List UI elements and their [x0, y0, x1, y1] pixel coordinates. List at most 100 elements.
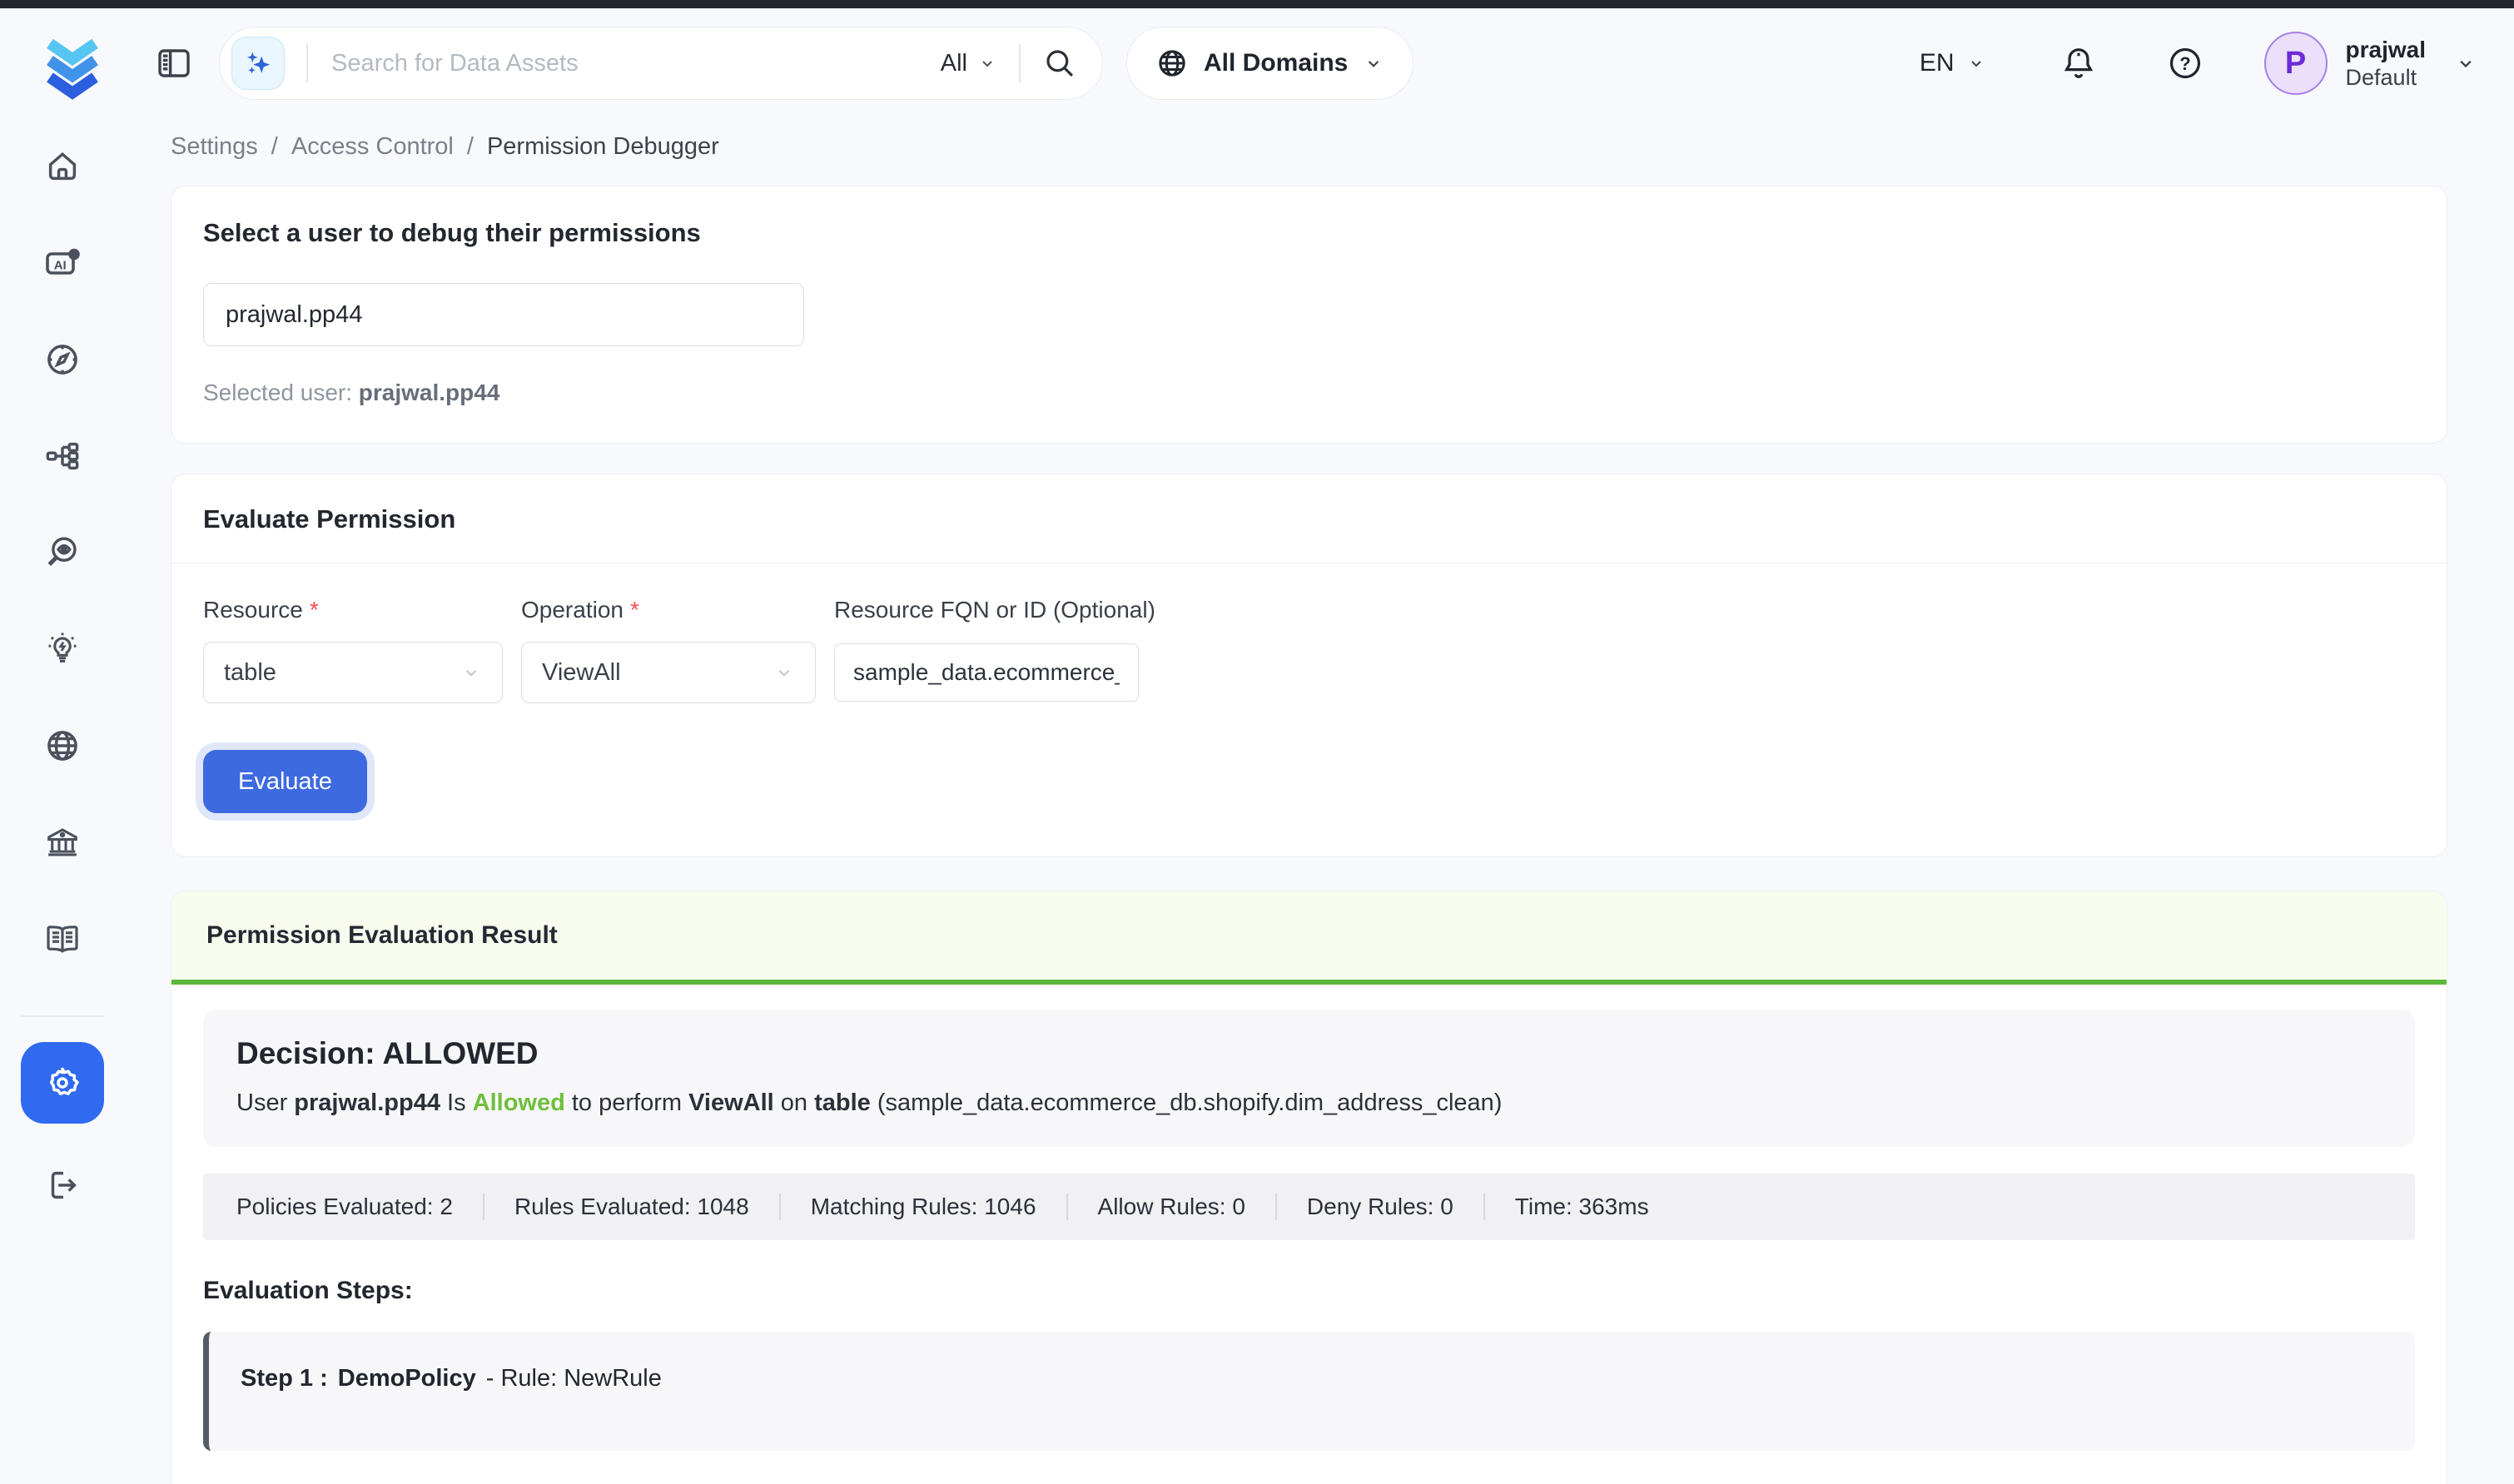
search-scope-label: All: [941, 50, 967, 77]
stat-allow-rules: Allow Rules: 0: [1066, 1194, 1275, 1220]
sidebar-item-ai-assistant[interactable]: AI: [0, 215, 125, 311]
operation-select[interactable]: ViewAll: [521, 642, 816, 703]
decision-title: Decision: ALLOWED: [236, 1036, 2382, 1071]
step-policy-name: DemoPolicy: [338, 1365, 476, 1392]
fqn-input[interactable]: [834, 643, 1139, 702]
step-rule-text: - Rule: NewRule: [486, 1365, 662, 1392]
sidebar-collapse-icon[interactable]: [154, 43, 194, 83]
evaluation-steps-title: Evaluation Steps:: [203, 1277, 2415, 1305]
stat-deny-rules: Deny Rules: 0: [1275, 1194, 1483, 1220]
sidebar-item-lineage[interactable]: [0, 408, 125, 504]
user-team: Default: [2346, 64, 2426, 92]
divider: [306, 44, 308, 82]
select-user-card: Select a user to debug their permissions…: [171, 186, 2447, 444]
stat-time: Time: 363ms: [1483, 1194, 1679, 1220]
chevron-down-icon: [460, 662, 482, 683]
sidebar-item-glossary[interactable]: [0, 891, 125, 987]
sidebar-item-home[interactable]: [0, 118, 125, 215]
resource-field: Resource * table: [203, 597, 503, 703]
decision-box: Decision: ALLOWED User prajwal.pp44 Is A…: [203, 1010, 2415, 1147]
decision-user: prajwal.pp44: [294, 1089, 440, 1116]
decision-operation: ViewAll: [688, 1089, 774, 1116]
ai-icon: AI: [42, 243, 82, 283]
home-icon: [43, 147, 82, 186]
decision-fqn: (sample_data.ecommerce_db.shopify.dim_ad…: [871, 1089, 1503, 1116]
chevron-down-icon[interactable]: [2454, 52, 2477, 75]
result-title: Permission Evaluation Result: [206, 921, 558, 949]
decision-text: Is: [440, 1089, 473, 1116]
selected-user-line: Selected user: prajwal.pp44: [203, 380, 2415, 406]
language-selector[interactable]: EN: [1920, 49, 1986, 77]
language-label: EN: [1920, 49, 1955, 77]
evaluate-permission-title: Evaluate Permission: [203, 504, 455, 534]
sidebar-item-insights[interactable]: [0, 601, 125, 697]
bank-icon: [43, 823, 82, 861]
lightbulb-bolt-icon: [43, 630, 82, 668]
user-name: prajwal: [2346, 35, 2426, 64]
globe-icon: [43, 727, 82, 765]
selected-user-label: Selected user:: [203, 380, 352, 405]
evaluation-stats-bar: Policies Evaluated: 2 Rules Evaluated: 1…: [203, 1174, 2415, 1240]
window-top-strip: [0, 0, 2514, 8]
sidebar-item-domains[interactable]: [0, 697, 125, 794]
stat-rules-evaluated: Rules Evaluated: 1048: [483, 1194, 779, 1220]
sidebar-item-logout[interactable]: [0, 1144, 125, 1227]
breadcrumb-permission-debugger: Permission Debugger: [487, 133, 719, 161]
operation-field: Operation* ViewAll: [521, 597, 816, 703]
evaluation-step-card: Step 1 : DemoPolicy - Rule: NewRule: [203, 1332, 2415, 1451]
chevron-down-icon: [773, 662, 795, 683]
user-menu[interactable]: prajwal Default: [2346, 35, 2426, 92]
compass-icon: [43, 340, 82, 379]
breadcrumb-separator: /: [467, 133, 474, 161]
evaluate-button[interactable]: Evaluate: [203, 750, 367, 813]
sidebar-item-governance[interactable]: [0, 794, 125, 891]
breadcrumb-access-control[interactable]: Access Control: [291, 133, 454, 161]
help-icon[interactable]: ?: [2166, 44, 2204, 82]
user-select-input[interactable]: [203, 283, 804, 346]
required-marker: *: [630, 597, 639, 623]
flow-hierarchy-icon: [43, 437, 82, 475]
notifications-bell-icon[interactable]: [2059, 44, 2098, 82]
breadcrumb-separator: /: [271, 133, 278, 161]
required-marker: *: [310, 597, 319, 623]
domains-dropdown-label: All Domains: [1204, 49, 1348, 77]
question-glyph: ?: [2179, 53, 2190, 74]
ai-sparkle-icon[interactable]: [231, 37, 285, 90]
sidebar-item-observability[interactable]: [0, 504, 125, 601]
main-content: Settings / Access Control / Permission D…: [125, 118, 2514, 1484]
globe-icon: [1155, 47, 1189, 80]
stat-policies-evaluated: Policies Evaluated: 2: [203, 1194, 483, 1220]
svg-text:AI: AI: [54, 258, 67, 272]
search-eye-icon: [43, 534, 82, 572]
logout-icon: [43, 1166, 82, 1204]
step-line: Step 1 : DemoPolicy - Rule: NewRule: [241, 1365, 2383, 1392]
resource-label: Resource: [203, 597, 303, 623]
top-bar: All All Domains EN: [0, 8, 2514, 118]
user-avatar[interactable]: P: [2264, 32, 2328, 95]
search-icon[interactable]: [1042, 46, 1077, 81]
breadcrumb: Settings / Access Control / Permission D…: [171, 133, 2447, 161]
chevron-down-icon: [977, 53, 997, 73]
evaluate-permission-card: Evaluate Permission Resource * table: [171, 474, 2447, 857]
step-number: Step 1 :: [241, 1365, 328, 1392]
search-scope-dropdown[interactable]: All: [941, 50, 997, 77]
selected-user-value: prajwal.pp44: [359, 380, 500, 405]
decision-resource: table: [814, 1089, 871, 1116]
sidebar-divider: [21, 1015, 104, 1017]
breadcrumb-settings[interactable]: Settings: [171, 133, 258, 161]
operation-select-value: ViewAll: [542, 659, 621, 687]
sidebar-item-explore[interactable]: [0, 311, 125, 408]
domains-dropdown[interactable]: All Domains: [1126, 27, 1414, 100]
search-input[interactable]: [330, 49, 941, 78]
open-book-icon: [42, 919, 82, 959]
avatar-initial: P: [2285, 46, 2306, 82]
result-header: Permission Evaluation Result: [171, 891, 2447, 985]
openmetadata-logo-icon[interactable]: [37, 27, 107, 100]
operation-label: Operation: [521, 597, 624, 623]
sidebar-item-settings[interactable]: [21, 1042, 104, 1124]
decision-text: to perform: [565, 1089, 688, 1116]
resource-select[interactable]: table: [203, 642, 503, 703]
select-user-title: Select a user to debug their permissions: [203, 218, 2415, 248]
global-search-bar[interactable]: All: [219, 27, 1103, 100]
divider: [1019, 44, 1021, 82]
